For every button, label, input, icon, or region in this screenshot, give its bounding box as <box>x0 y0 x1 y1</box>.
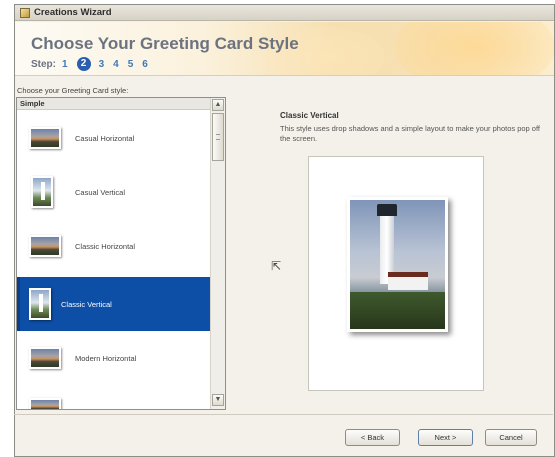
preview-photo <box>347 197 448 332</box>
step-3[interactable]: 3 <box>99 59 105 70</box>
window-title: Creations Wizard <box>34 7 112 18</box>
item-label: Classic Vertical <box>61 299 112 309</box>
list-item-classic-horizontal[interactable]: Classic Horizontal <box>17 219 210 273</box>
style-preview <box>308 156 484 391</box>
page-title: Choose Your Greeting Card Style <box>31 34 299 53</box>
footer-divider <box>14 414 553 415</box>
step-4[interactable]: 4 <box>113 59 119 70</box>
list-item-casual-horizontal[interactable]: Casual Horizontal <box>17 111 210 165</box>
next-button[interactable]: Next > <box>418 429 473 446</box>
step-indicator: Step: 1 2 3 4 5 6 <box>31 57 157 71</box>
thumbnail-image <box>29 347 61 369</box>
title-bar: Creations Wizard <box>15 5 554 21</box>
style-prompt: Choose your Greeting Card style: <box>17 86 129 95</box>
thumbnail-image <box>29 235 61 257</box>
style-list[interactable]: Simple Casual Horizontal Casual Vertical… <box>16 97 226 410</box>
scroll-thumb[interactable] <box>212 113 224 161</box>
item-label: Casual Vertical <box>75 187 126 197</box>
step-label: Step: <box>31 58 56 70</box>
style-detail-description: This style uses drop shadows and a simpl… <box>280 124 541 143</box>
scroll-up-arrow-icon[interactable]: ▲ <box>212 99 224 111</box>
cancel-button[interactable]: Cancel <box>485 429 537 446</box>
list-item-casual-vertical[interactable]: Casual Vertical <box>17 165 210 219</box>
step-6[interactable]: 6 <box>142 59 148 70</box>
style-detail-title: Classic Vertical <box>280 111 339 120</box>
thumbnail-image <box>31 176 53 208</box>
mouse-cursor-icon: ⇱ <box>271 259 282 273</box>
scroll-down-arrow-icon[interactable]: ▼ <box>212 394 224 406</box>
list-item-modern-horizontal[interactable]: Modern Horizontal <box>17 331 210 385</box>
item-label: Classic Horizontal <box>75 241 136 251</box>
thumbnail-image <box>29 127 61 149</box>
step-1[interactable]: 1 <box>62 59 68 70</box>
app-icon <box>20 8 30 18</box>
wizard-banner: Choose Your Greeting Card Style Step: 1 … <box>15 22 554 76</box>
step-5[interactable]: 5 <box>128 59 134 70</box>
group-header-simple: Simple <box>17 98 210 110</box>
list-item-classic-vertical[interactable]: Classic Vertical <box>17 277 210 331</box>
list-scrollbar[interactable]: ▲ ▼ <box>210 98 225 409</box>
thumbnail-image <box>29 398 61 409</box>
item-label: Modern Horizontal <box>75 353 137 363</box>
item-label: Casual Horizontal <box>75 133 135 143</box>
back-button[interactable]: < Back <box>345 429 400 446</box>
list-item-partial[interactable] <box>17 379 210 409</box>
thumbnail-image <box>29 288 51 320</box>
step-2-current[interactable]: 2 <box>76 57 91 71</box>
